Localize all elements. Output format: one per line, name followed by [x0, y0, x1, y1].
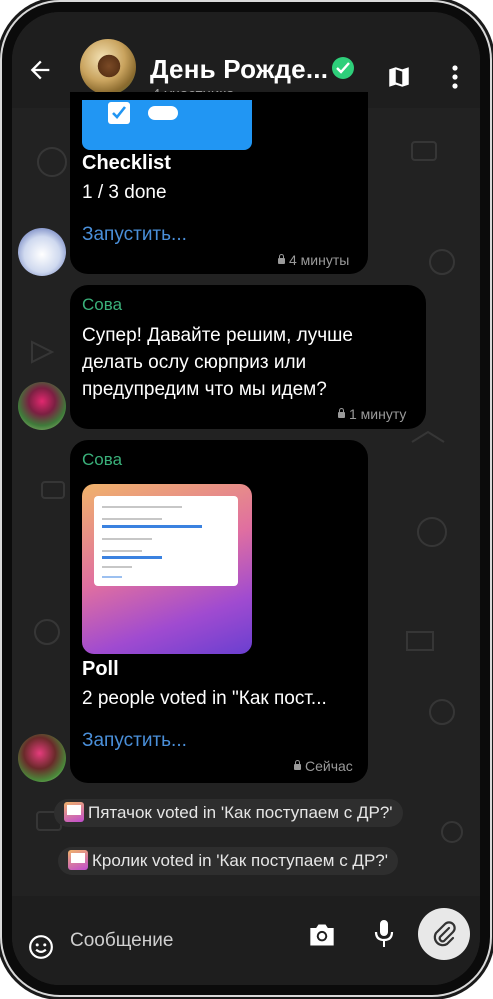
checklist-preview-image	[82, 100, 252, 150]
service-message: Пятачок voted in 'Как поступаем с ДР?'	[54, 799, 403, 827]
poll-launch-link[interactable]: Запустить...	[82, 730, 187, 752]
poll-time: Сейчас	[294, 758, 353, 774]
avatar[interactable]	[18, 382, 66, 430]
camera-icon[interactable]	[308, 922, 336, 948]
checklist-progress: 1 / 3 done	[82, 182, 167, 203]
message-time: 1 минуту	[338, 406, 406, 422]
lock-icon	[278, 254, 285, 264]
avatar[interactable]	[18, 228, 66, 276]
group-avatar[interactable]	[80, 39, 136, 95]
verified-icon	[332, 57, 354, 79]
sender-name[interactable]: Сова	[82, 295, 122, 315]
emoji-icon[interactable]	[28, 934, 54, 960]
poll-icon	[68, 850, 88, 870]
checklist-launch-link[interactable]: Запустить...	[82, 224, 187, 246]
phone-frame: День Рожде... 4 участника Checklist 1 / …	[2, 2, 490, 995]
poll-title: Poll	[82, 658, 119, 680]
attach-icon	[433, 921, 456, 947]
attach-button[interactable]	[418, 908, 470, 960]
sender-name[interactable]: Сова	[82, 450, 122, 470]
poll-preview-image	[82, 484, 252, 654]
message-text: Супер! Давайте решим, лучше делать ослу …	[82, 325, 353, 400]
avatar[interactable]	[18, 734, 66, 782]
poll-icon	[64, 802, 84, 822]
lock-icon	[294, 760, 301, 770]
map-icon[interactable]	[386, 64, 412, 90]
back-arrow-icon[interactable]	[26, 56, 54, 84]
service-message: Кролик voted in 'Как поступаем с ДР?'	[58, 847, 398, 875]
checklist-time: 4 минуты	[278, 252, 349, 268]
message-input[interactable]	[68, 920, 302, 962]
chat-title[interactable]: День Рожде...	[150, 54, 328, 85]
poll-summary: 2 people voted in "Как пост...	[82, 688, 327, 709]
mic-icon[interactable]	[374, 918, 394, 950]
more-vert-icon[interactable]	[450, 64, 460, 90]
chat-screen: День Рожде... 4 участника Checklist 1 / …	[12, 12, 480, 985]
lock-icon	[338, 408, 345, 418]
checklist-title: Checklist	[82, 152, 171, 174]
